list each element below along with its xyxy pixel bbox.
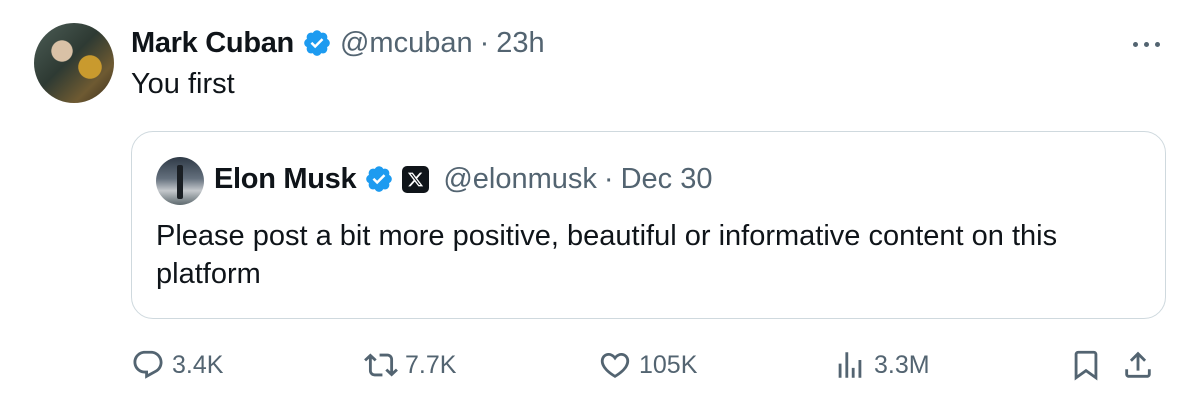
quoted-tweet-header: Elon Musk @elonmusk · Dec 30 [214,162,712,196]
repost-icon [364,353,398,377]
views-icon [838,352,862,378]
share-icon [1125,351,1151,378]
heart-icon [600,352,630,378]
header-separator: · [479,26,490,59]
quoted-tweet[interactable]: Elon Musk @elonmusk · Dec 30 Please post… [131,131,1166,319]
more-dot [1154,41,1160,47]
quoted-tweet-date: Dec 30 [620,162,713,195]
verified-badge-icon [366,166,393,192]
repost-button[interactable]: 7.7K [364,345,456,385]
like-button[interactable]: 105K [598,345,697,385]
bookmark-button[interactable] [1069,345,1103,385]
tweet-card[interactable]: Mark Cuban @mcuban · 23h You first Elon … [0,0,1192,404]
tweet-actions: 3.4K 7.7K 105K 3.3M [131,345,1166,385]
reply-icon [133,350,163,379]
tweet-text: You first [131,68,235,100]
reply-count: 3.4K [172,350,224,379]
repost-count: 7.7K [405,350,457,379]
verified-badge-icon[interactable] [302,28,332,58]
reply-button[interactable]: 3.4K [131,345,223,385]
like-count: 105K [639,350,698,379]
quoted-tweet-text: Please post a bit more positive, beautif… [156,220,1058,290]
more-dot [1132,41,1138,47]
views-button[interactable]: 3.3M [833,345,930,385]
tweet-header: Mark Cuban @mcuban · 23h [131,26,545,60]
author-name[interactable]: Mark Cuban [131,27,294,60]
author-handle[interactable]: @mcuban [340,27,473,60]
views-count: 3.3M [874,350,930,379]
quoted-header-separator: · [603,162,614,195]
more-dot [1143,41,1149,47]
bookmark-icon [1074,350,1098,381]
share-button[interactable] [1121,345,1155,385]
author-avatar[interactable] [34,23,114,103]
more-icon[interactable] [1128,34,1164,54]
quoted-author-avatar [156,157,204,205]
x-logo-icon [402,165,430,193]
quoted-author-name: Elon Musk [214,162,357,195]
quoted-author-handle: @elonmusk [443,162,597,195]
tweet-timestamp[interactable]: 23h [496,27,544,60]
